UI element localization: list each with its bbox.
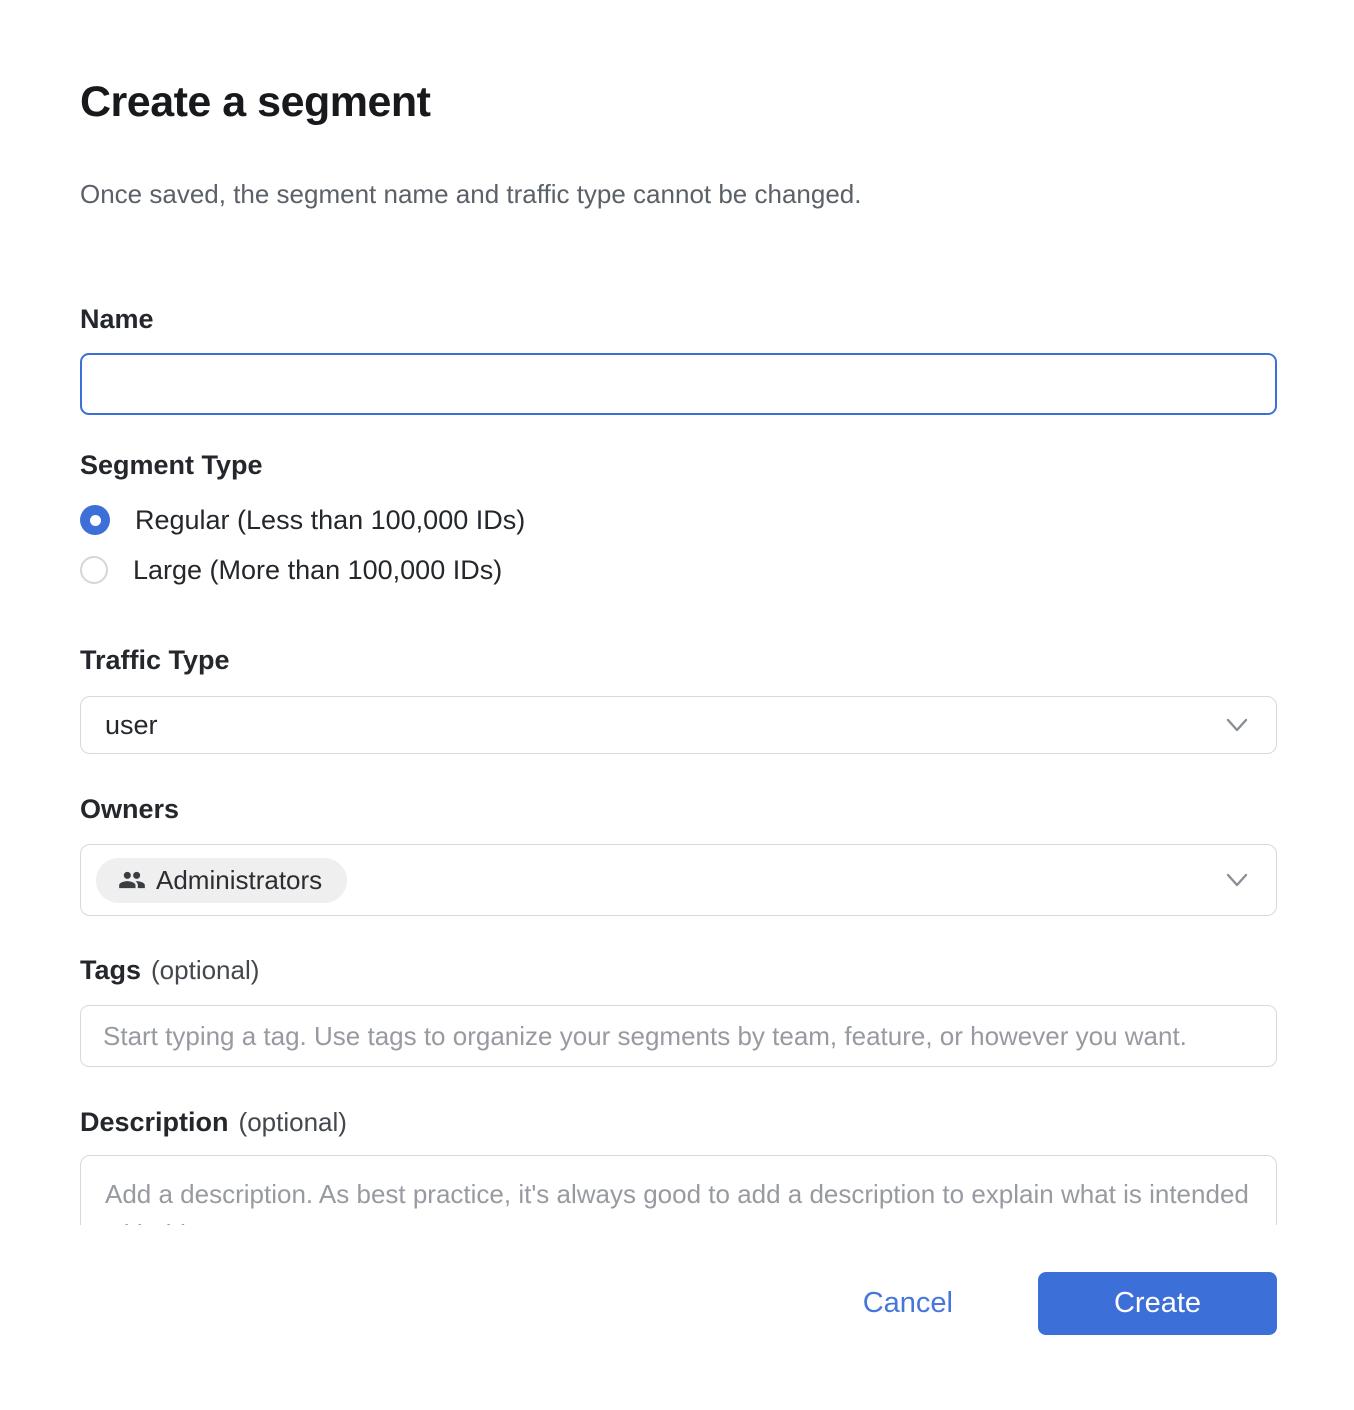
radio-button-icon[interactable] — [80, 556, 108, 584]
chevron-down-icon — [1222, 710, 1252, 740]
owner-chip-label: Administrators — [156, 865, 322, 896]
traffic-type-selected-value: user — [105, 710, 158, 741]
tags-input[interactable] — [80, 1005, 1277, 1067]
radio-button-icon[interactable] — [80, 505, 110, 535]
chevron-down-icon — [1222, 865, 1252, 895]
radio-option-regular[interactable]: Regular (Less than 100,000 IDs) — [80, 503, 1277, 537]
tags-label: Tags (optional) — [80, 955, 1277, 986]
dialog-footer: Cancel Create — [0, 1272, 1354, 1335]
traffic-type-group: Traffic Type user — [80, 645, 1277, 754]
owners-group: Owners Administrators — [80, 794, 1277, 916]
radio-option-label: Regular (Less than 100,000 IDs) — [135, 505, 525, 536]
radio-option-large[interactable]: Large (More than 100,000 IDs) — [80, 553, 1277, 587]
create-segment-dialog: Create a segment Once saved, the segment… — [0, 0, 1354, 1225]
owners-select[interactable]: Administrators — [80, 844, 1277, 916]
description-textarea[interactable] — [80, 1155, 1277, 1225]
people-icon — [118, 866, 146, 894]
name-input[interactable] — [80, 353, 1277, 415]
name-label: Name — [80, 304, 1277, 335]
tags-group: Tags (optional) — [80, 955, 1277, 1067]
segment-type-group: Segment Type Regular (Less than 100,000 … — [80, 450, 1277, 587]
tags-label-text: Tags — [80, 955, 141, 985]
traffic-type-label: Traffic Type — [80, 645, 1277, 676]
description-group: Description (optional) — [80, 1107, 1277, 1225]
description-label: Description (optional) — [80, 1107, 1277, 1138]
segment-type-label: Segment Type — [80, 450, 1277, 481]
owner-chip-administrators[interactable]: Administrators — [96, 858, 347, 903]
page-subtitle: Once saved, the segment name and traffic… — [80, 179, 1277, 210]
create-button[interactable]: Create — [1038, 1272, 1277, 1335]
cancel-button[interactable]: Cancel — [863, 1287, 953, 1320]
description-optional-label: (optional) — [239, 1107, 347, 1137]
description-textarea-clip — [80, 1155, 1277, 1225]
traffic-type-select[interactable]: user — [80, 696, 1277, 754]
owners-label: Owners — [80, 794, 1277, 825]
description-label-text: Description — [80, 1107, 229, 1137]
name-field-group: Name — [80, 304, 1277, 415]
radio-option-label: Large (More than 100,000 IDs) — [133, 555, 502, 586]
page-title: Create a segment — [80, 78, 1277, 127]
tags-optional-label: (optional) — [151, 955, 259, 985]
